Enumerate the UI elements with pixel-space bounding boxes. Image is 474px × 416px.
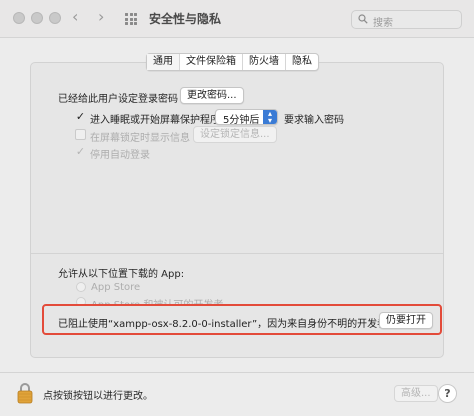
password-set-label: 已经给此用户设定登录密码 [58,94,178,105]
disable-auto-login-checkbox[interactable]: ✓ [75,146,86,157]
radio-app-store[interactable] [76,282,86,292]
help-button[interactable]: ? [438,384,457,403]
disable-auto-login-label: 停用自动登录 [90,150,150,161]
lock-icon[interactable] [17,382,33,404]
search-icon [358,14,368,24]
search-field[interactable]: 搜索 [351,10,462,29]
show-message-checkbox[interactable] [75,129,86,140]
radio-identified-label: App Store 和被认可的开发者 [91,296,223,304]
open-anyway-button[interactable]: 仍要打开 [379,312,433,329]
allow-downloads-heading: 允许从以下位置下载的 App: [58,269,185,280]
set-lock-message-button[interactable]: 设定锁定信息... [193,126,277,143]
back-icon[interactable]: ‹ [72,8,78,26]
close-window-button[interactable] [13,12,25,24]
tab-filevault[interactable]: 文件保险箱 [180,54,243,70]
zoom-window-button[interactable] [49,12,61,24]
window-title: 安全性与隐私 [149,12,222,26]
require-password-label: 进入睡眠或开始屏幕保护程序 [90,115,220,126]
require-password-checkbox[interactable]: ✓ [75,111,86,122]
tab-bar: 通用 文件保险箱 防火墙 隐私 [146,53,319,71]
section-divider [31,253,443,254]
delay-value: 5分钟后 [223,115,260,126]
chevron-updown-icon: ▴ ▾ [263,110,277,125]
tab-general[interactable]: 通用 [147,54,180,70]
show-all-grid-icon[interactable] [125,13,137,25]
tab-firewall[interactable]: 防火墙 [243,54,286,70]
change-password-button[interactable]: 更改密码... [180,87,244,104]
radio-app-store-label: App Store [91,282,141,293]
advanced-button[interactable]: 高级... [394,385,438,402]
require-password-suffix: 要求输入密码 [284,115,344,126]
blocked-app-message: 已阻止使用“xampp-osx-8.2.0-0-installer”，因为来自身… [58,319,398,330]
show-message-label: 在屏幕锁定时显示信息 [90,133,190,144]
minimize-window-button[interactable] [31,12,43,24]
tab-privacy[interactable]: 隐私 [286,54,318,70]
footer-divider [0,372,474,373]
forward-icon[interactable]: › [98,8,104,26]
lock-hint-text: 点按锁按钮以进行更改。 [43,391,153,402]
search-placeholder: 搜索 [373,18,393,29]
window-titlebar: ‹ › 安全性与隐私 搜索 [0,0,474,38]
require-password-delay-select[interactable]: 5分钟后 ▴ ▾ [215,109,278,126]
